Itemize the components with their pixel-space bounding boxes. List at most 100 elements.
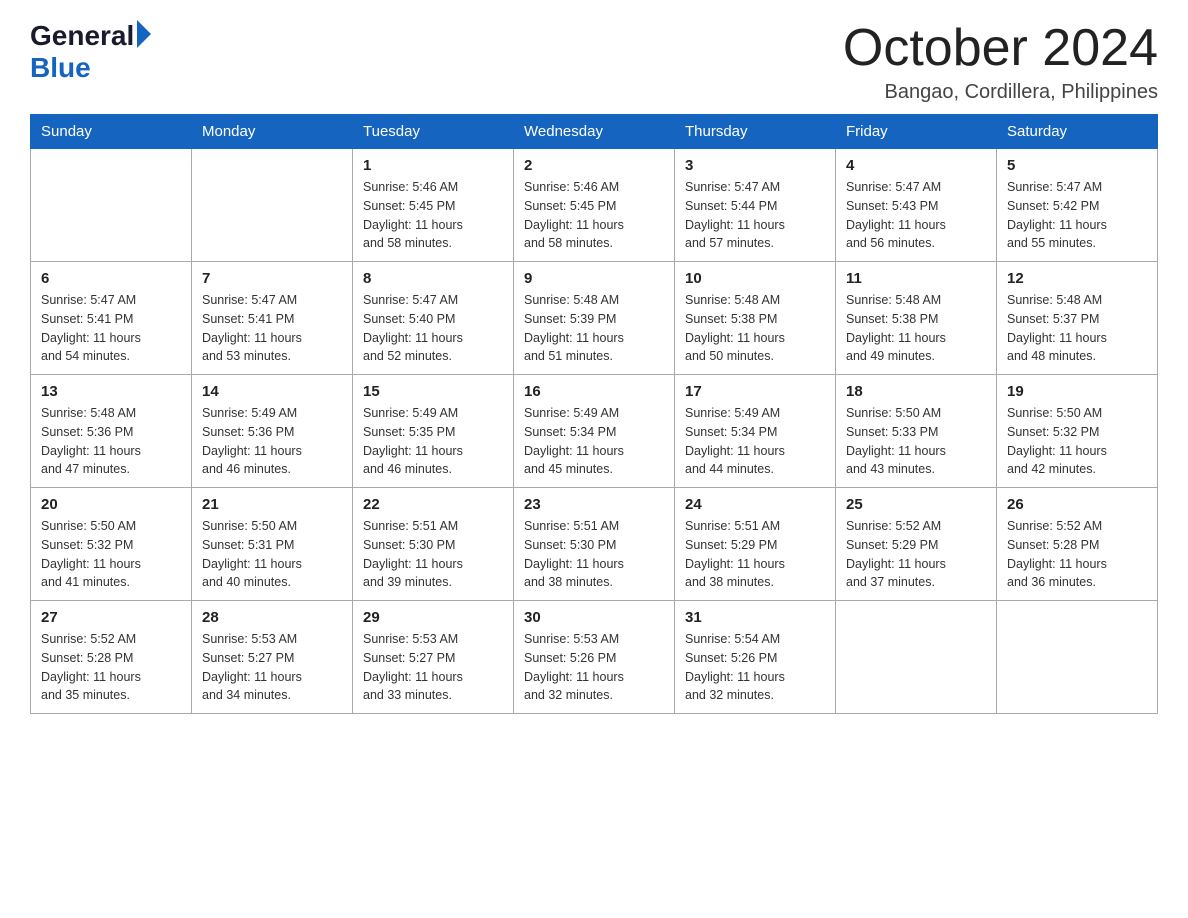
calendar-week-row: 6Sunrise: 5:47 AMSunset: 5:41 PMDaylight… [31, 262, 1158, 375]
logo-blue-text: Blue [30, 52, 91, 84]
logo-general-text: General [30, 20, 134, 52]
day-info: Sunrise: 5:47 AMSunset: 5:44 PMDaylight:… [685, 178, 825, 253]
day-info: Sunrise: 5:48 AMSunset: 5:36 PMDaylight:… [41, 404, 181, 479]
calendar-header-friday: Friday [836, 115, 997, 149]
calendar-cell: 17 Sunrise: 5:49 AMSunset: 5:34 PMDayligh… [675, 375, 836, 488]
calendar-week-row: 1 Sunrise: 5:46 AMSunset: 5:45 PMDaylight… [31, 149, 1158, 262]
calendar-header-row: SundayMondayTuesdayWednesdayThursdayFrid… [31, 115, 1158, 149]
calendar-cell: 1 Sunrise: 5:46 AMSunset: 5:45 PMDaylight… [353, 149, 514, 262]
calendar-cell: 5 Sunrise: 5:47 AMSunset: 5:42 PMDaylight… [997, 149, 1158, 262]
day-info: Sunrise: 5:49 AMSunset: 5:34 PMDaylight:… [685, 404, 825, 479]
calendar-table: SundayMondayTuesdayWednesdayThursdayFrid… [30, 114, 1158, 714]
logo: General Blue [30, 20, 151, 84]
calendar-cell: 20 Sunrise: 5:50 AMSunset: 5:32 PMDayligh… [31, 488, 192, 601]
day-number: 2 [524, 157, 664, 174]
title-section: October 2024 Bangao, Cordillera, Philipp… [843, 20, 1158, 104]
month-title: October 2024 [843, 20, 1158, 77]
calendar-header-sunday: Sunday [31, 115, 192, 149]
day-number: 5 [1007, 157, 1147, 174]
calendar-cell: 4Sunrise: 5:47 AMSunset: 5:43 PMDaylight… [836, 149, 997, 262]
day-info: Sunrise: 5:46 AMSunset: 5:45 PMDaylight:… [524, 178, 664, 253]
day-number: 15 [363, 383, 503, 400]
calendar-cell: 23 Sunrise: 5:51 AMSunset: 5:30 PMDayligh… [514, 488, 675, 601]
day-info: Sunrise: 5:48 AMSunset: 5:39 PMDaylight:… [524, 291, 664, 366]
day-info: Sunrise: 5:49 AMSunset: 5:34 PMDaylight:… [524, 404, 664, 479]
day-info: Sunrise: 5:53 AMSunset: 5:27 PMDaylight:… [202, 630, 342, 705]
day-info: Sunrise: 5:49 AMSunset: 5:35 PMDaylight:… [363, 404, 503, 479]
calendar-cell: 28 Sunrise: 5:53 AMSunset: 5:27 PMDayligh… [192, 601, 353, 714]
day-info: Sunrise: 5:51 AMSunset: 5:29 PMDaylight:… [685, 517, 825, 592]
day-info: Sunrise: 5:51 AMSunset: 5:30 PMDaylight:… [524, 517, 664, 592]
day-info: Sunrise: 5:47 AMSunset: 5:41 PMDaylight:… [202, 291, 342, 366]
day-number: 22 [363, 496, 503, 513]
day-number: 1 [363, 157, 503, 174]
day-info: Sunrise: 5:52 AMSunset: 5:28 PMDaylight:… [41, 630, 181, 705]
calendar-cell: 29Sunrise: 5:53 AMSunset: 5:27 PMDayligh… [353, 601, 514, 714]
day-number: 24 [685, 496, 825, 513]
calendar-week-row: 27 Sunrise: 5:52 AMSunset: 5:28 PMDayligh… [31, 601, 1158, 714]
day-number: 7 [202, 270, 342, 287]
day-info: Sunrise: 5:46 AMSunset: 5:45 PMDaylight:… [363, 178, 503, 253]
day-number: 8 [363, 270, 503, 287]
day-number: 12 [1007, 270, 1147, 287]
calendar-cell: 9 Sunrise: 5:48 AMSunset: 5:39 PMDaylight… [514, 262, 675, 375]
day-number: 23 [524, 496, 664, 513]
calendar-header-thursday: Thursday [675, 115, 836, 149]
day-number: 29 [363, 609, 503, 626]
day-number: 11 [846, 270, 986, 287]
calendar-cell: 21 Sunrise: 5:50 AMSunset: 5:31 PMDayligh… [192, 488, 353, 601]
calendar-cell [31, 149, 192, 262]
day-info: Sunrise: 5:47 AMSunset: 5:42 PMDaylight:… [1007, 178, 1147, 253]
day-number: 28 [202, 609, 342, 626]
calendar-cell: 14 Sunrise: 5:49 AMSunset: 5:36 PMDayligh… [192, 375, 353, 488]
day-info: Sunrise: 5:47 AMSunset: 5:41 PMDaylight:… [41, 291, 181, 366]
day-number: 14 [202, 383, 342, 400]
calendar-cell: 3 Sunrise: 5:47 AMSunset: 5:44 PMDaylight… [675, 149, 836, 262]
calendar-cell: 31Sunrise: 5:54 AMSunset: 5:26 PMDayligh… [675, 601, 836, 714]
calendar-cell: 16 Sunrise: 5:49 AMSunset: 5:34 PMDayligh… [514, 375, 675, 488]
day-number: 13 [41, 383, 181, 400]
day-info: Sunrise: 5:52 AMSunset: 5:29 PMDaylight:… [846, 517, 986, 592]
day-number: 21 [202, 496, 342, 513]
day-info: Sunrise: 5:48 AMSunset: 5:38 PMDaylight:… [846, 291, 986, 366]
calendar-cell: 15 Sunrise: 5:49 AMSunset: 5:35 PMDayligh… [353, 375, 514, 488]
calendar-header-wednesday: Wednesday [514, 115, 675, 149]
calendar-week-row: 20 Sunrise: 5:50 AMSunset: 5:32 PMDayligh… [31, 488, 1158, 601]
calendar-cell [997, 601, 1158, 714]
calendar-cell: 24 Sunrise: 5:51 AMSunset: 5:29 PMDayligh… [675, 488, 836, 601]
calendar-cell [836, 601, 997, 714]
calendar-cell: 6Sunrise: 5:47 AMSunset: 5:41 PMDaylight… [31, 262, 192, 375]
day-number: 16 [524, 383, 664, 400]
day-number: 25 [846, 496, 986, 513]
calendar-cell: 11 Sunrise: 5:48 AMSunset: 5:38 PMDayligh… [836, 262, 997, 375]
day-number: 26 [1007, 496, 1147, 513]
day-number: 10 [685, 270, 825, 287]
day-number: 20 [41, 496, 181, 513]
day-info: Sunrise: 5:48 AMSunset: 5:38 PMDaylight:… [685, 291, 825, 366]
day-number: 19 [1007, 383, 1147, 400]
day-info: Sunrise: 5:47 AMSunset: 5:43 PMDaylight:… [846, 178, 986, 253]
day-info: Sunrise: 5:51 AMSunset: 5:30 PMDaylight:… [363, 517, 503, 592]
calendar-header-monday: Monday [192, 115, 353, 149]
day-number: 30 [524, 609, 664, 626]
day-info: Sunrise: 5:50 AMSunset: 5:32 PMDaylight:… [1007, 404, 1147, 479]
day-number: 31 [685, 609, 825, 626]
calendar-cell: 2 Sunrise: 5:46 AMSunset: 5:45 PMDaylight… [514, 149, 675, 262]
calendar-cell: 12Sunrise: 5:48 AMSunset: 5:37 PMDayligh… [997, 262, 1158, 375]
calendar-cell: 19 Sunrise: 5:50 AMSunset: 5:32 PMDayligh… [997, 375, 1158, 488]
calendar-header-saturday: Saturday [997, 115, 1158, 149]
day-number: 3 [685, 157, 825, 174]
day-info: Sunrise: 5:52 AMSunset: 5:28 PMDaylight:… [1007, 517, 1147, 592]
day-number: 17 [685, 383, 825, 400]
calendar-cell: 22 Sunrise: 5:51 AMSunset: 5:30 PMDayligh… [353, 488, 514, 601]
calendar-cell: 30Sunrise: 5:53 AMSunset: 5:26 PMDayligh… [514, 601, 675, 714]
calendar-cell: 13 Sunrise: 5:48 AMSunset: 5:36 PMDayligh… [31, 375, 192, 488]
day-number: 9 [524, 270, 664, 287]
day-info: Sunrise: 5:50 AMSunset: 5:31 PMDaylight:… [202, 517, 342, 592]
calendar-cell [192, 149, 353, 262]
day-number: 27 [41, 609, 181, 626]
calendar-cell: 25 Sunrise: 5:52 AMSunset: 5:29 PMDayligh… [836, 488, 997, 601]
day-info: Sunrise: 5:50 AMSunset: 5:32 PMDaylight:… [41, 517, 181, 592]
day-info: Sunrise: 5:49 AMSunset: 5:36 PMDaylight:… [202, 404, 342, 479]
calendar-cell: 27 Sunrise: 5:52 AMSunset: 5:28 PMDayligh… [31, 601, 192, 714]
